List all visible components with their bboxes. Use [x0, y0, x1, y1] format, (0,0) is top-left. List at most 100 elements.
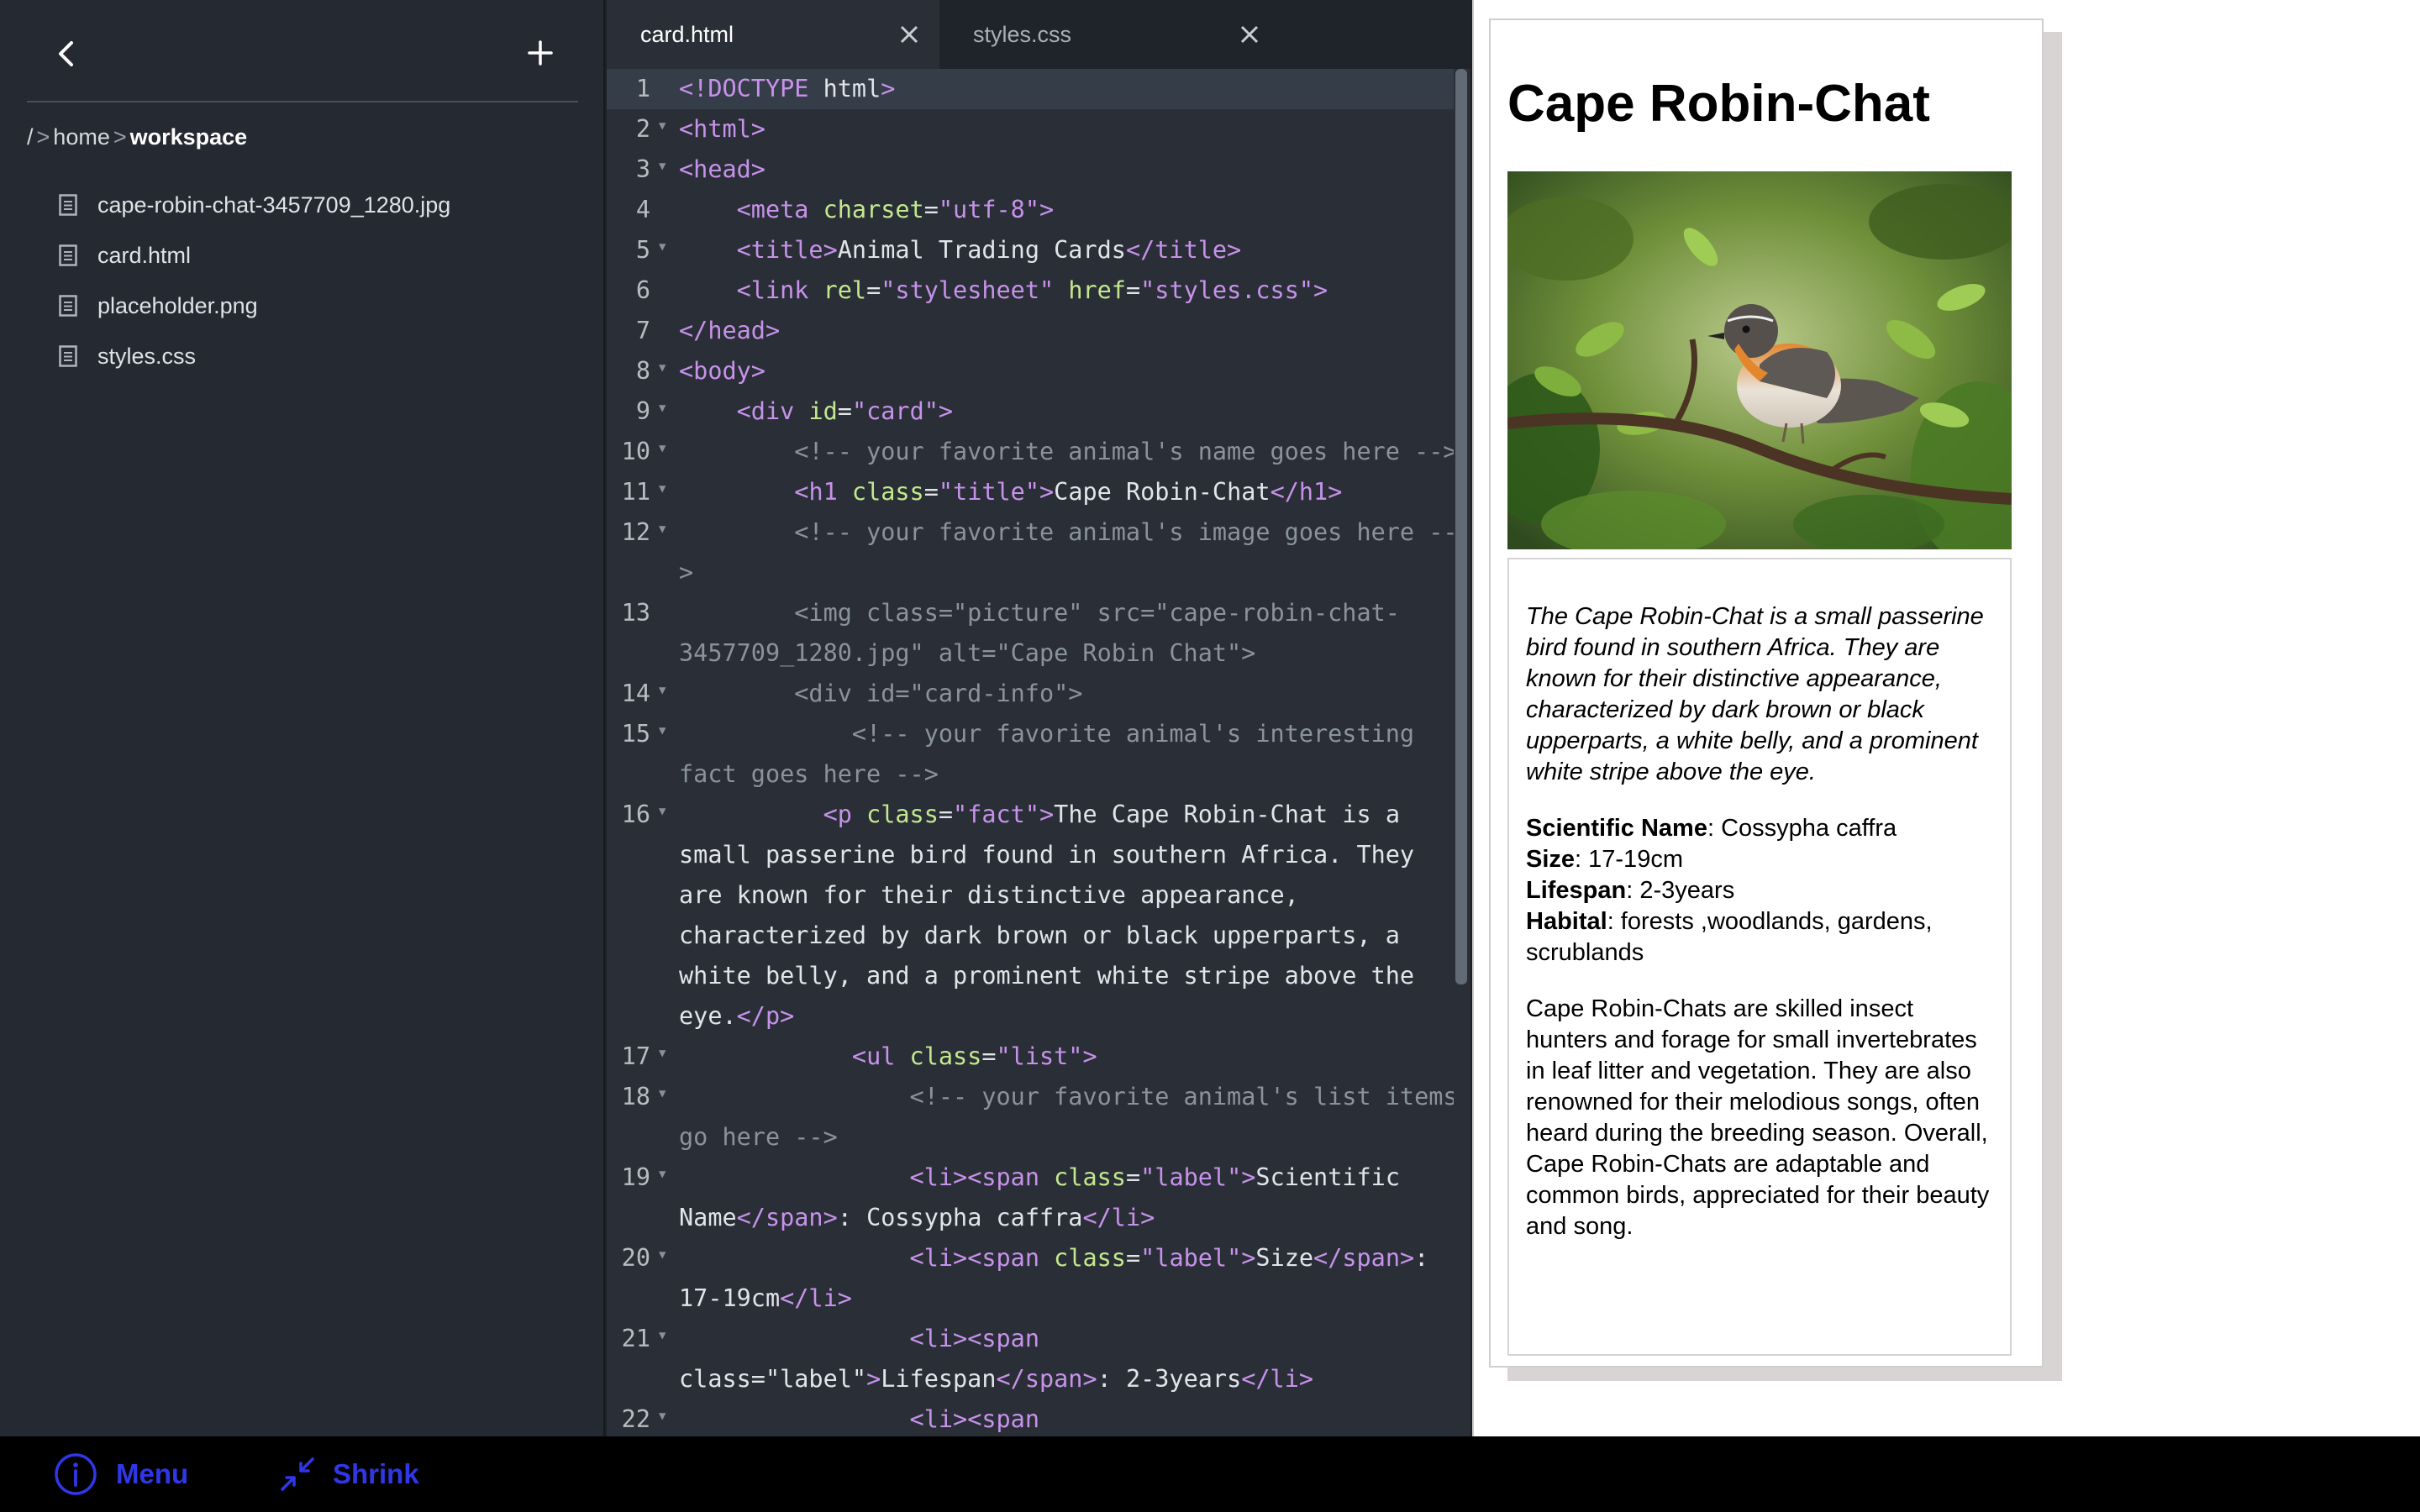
code-line[interactable]: 4 <meta charset="utf-8"> [607, 190, 1454, 230]
fold-arrow-icon[interactable]: ▼ [659, 1158, 666, 1191]
code-line[interactable]: white belly, and a prominent white strip… [607, 956, 1454, 996]
code-text: <link rel="stylesheet" href="styles.css"… [736, 276, 1328, 304]
breadcrumb-home[interactable]: home [53, 124, 110, 150]
breadcrumb: / > home > workspace [27, 124, 247, 150]
back-button[interactable] [49, 37, 82, 71]
fold-arrow-icon[interactable]: ▼ [659, 1077, 666, 1110]
line-number: 14 [621, 680, 650, 707]
line-number: 21 [621, 1325, 650, 1352]
code-line[interactable]: 1 <!DOCTYPE html> [607, 69, 1454, 109]
code-line[interactable]: 16 ▼ <p class="fact">The Cape Robin-Chat … [607, 795, 1454, 835]
code-area[interactable]: 1 <!DOCTYPE html> 2 ▼ <html> 3 ▼ <head> 4 <meta … [607, 69, 1454, 1436]
code-line[interactable]: 22 ▼ <li><span [607, 1399, 1454, 1436]
code-line[interactable]: eye.</p> [607, 996, 1454, 1037]
tab-styles-css[interactable]: styles.css [939, 0, 1410, 69]
file-name: styles.css [97, 343, 197, 369]
code-text: <img class="picture" src="cape-robin-cha… [679, 599, 1400, 627]
close-tab-card-html-button[interactable] [897, 22, 922, 47]
fold-arrow-icon[interactable]: ▼ [659, 1238, 666, 1272]
code-text: <p class="fact">The Cape Robin-Chat is a [823, 801, 1400, 828]
tab-card-html[interactable]: card.html [607, 0, 939, 69]
close-icon [1240, 25, 1259, 44]
code-line[interactable]: class="label">Lifespan</span>: 2-3years<… [607, 1359, 1454, 1399]
breadcrumb-separator: > [113, 124, 127, 150]
file-list: cape-robin-chat-3457709_1280.jpg card.ht… [59, 180, 450, 381]
code-line[interactable]: 6 <link rel="stylesheet" href="styles.cs… [607, 270, 1454, 311]
line-number: 4 [635, 196, 650, 223]
info-list-item: Size: 17-19cm [1526, 844, 1993, 875]
code-line[interactable]: are known for their distinctive appearan… [607, 875, 1454, 916]
animal-card: Cape Robin-Chat The Cape Robin-Chat is a… [1489, 18, 2044, 1368]
preview-pane: Cape Robin-Chat The Cape Robin-Chat is a… [1472, 0, 2420, 1436]
file-item-styles-css[interactable]: styles.css [59, 331, 450, 381]
fold-arrow-icon[interactable]: ▼ [659, 472, 666, 506]
fold-arrow-icon[interactable]: ▼ [659, 1037, 666, 1070]
code-text: </head> [679, 317, 781, 344]
fold-arrow-icon[interactable]: ▼ [659, 1319, 666, 1352]
code-line[interactable]: 9 ▼ <div id="card"> [607, 391, 1454, 432]
fold-arrow-icon[interactable]: ▼ [659, 512, 666, 546]
menu-button[interactable]: Menu [54, 1450, 188, 1499]
code-text: <!DOCTYPE html> [679, 75, 896, 102]
fold-arrow-icon[interactable]: ▼ [659, 795, 666, 828]
code-text: <!-- your favorite animal's list items [909, 1083, 1454, 1110]
card-fact: The Cape Robin-Chat is a small passerine… [1526, 603, 1984, 785]
code-line[interactable]: 3 ▼ <head> [607, 150, 1454, 190]
code-text: white belly, and a prominent white strip… [679, 962, 1415, 990]
file-item-card-html[interactable]: card.html [59, 230, 450, 281]
code-line[interactable]: 19 ▼ <li><span class="label">Scientific [607, 1158, 1454, 1198]
fold-arrow-icon[interactable]: ▼ [659, 351, 666, 385]
line-number: 7 [635, 317, 650, 344]
code-text: <li><span [909, 1405, 1039, 1433]
fold-arrow-icon[interactable]: ▼ [659, 674, 666, 707]
code-text: <li><span [909, 1325, 1039, 1352]
code-line[interactable]: 10 ▼ <!-- your favorite animal's name goe… [607, 432, 1454, 472]
file-icon [59, 345, 77, 367]
code-line[interactable]: 11 ▼ <h1 class="title">Cape Robin-Chat</h… [607, 472, 1454, 512]
code-line[interactable]: 17-19cm</li> [607, 1278, 1454, 1319]
fold-arrow-icon[interactable]: ▼ [659, 432, 666, 465]
breadcrumb-root[interactable]: / [27, 124, 34, 150]
fold-arrow-icon[interactable]: ▼ [659, 714, 666, 748]
editor-scrollbar[interactable] [1455, 69, 1467, 984]
code-line[interactable]: 7 </head> [607, 311, 1454, 351]
code-line[interactable]: 3457709_1280.jpg" alt="Cape Robin Chat"> [607, 633, 1454, 674]
add-file-button[interactable] [521, 34, 560, 72]
line-number: 17 [621, 1042, 650, 1070]
code-line[interactable]: Name</span>: Cossypha caffra</li> [607, 1198, 1454, 1238]
code-text: <h1 class="title">Cape Robin-Chat</h1> [794, 478, 1343, 506]
code-line[interactable]: > [607, 553, 1454, 593]
info-list-item: Scientific Name: Cossypha caffra [1526, 813, 1993, 844]
fold-arrow-icon[interactable]: ▼ [659, 1399, 666, 1433]
code-line[interactable]: characterized by dark brown or black upp… [607, 916, 1454, 956]
file-explorer-sidebar: / > home > workspace cape-robin-chat-345… [0, 0, 605, 1436]
code-line[interactable]: 15 ▼ <!-- your favorite animal's interest… [607, 714, 1454, 754]
code-line[interactable]: 2 ▼ <html> [607, 109, 1454, 150]
code-text: <div id="card"> [736, 397, 954, 425]
code-line[interactable]: 20 ▼ <li><span class="label">Size</span>: [607, 1238, 1454, 1278]
code-line[interactable]: fact goes here --> [607, 754, 1454, 795]
code-line[interactable]: 21 ▼ <li><span [607, 1319, 1454, 1359]
code-line[interactable]: 14 ▼ <div id="card-info"> [607, 674, 1454, 714]
fold-arrow-icon[interactable]: ▼ [659, 109, 666, 143]
file-item-robin-jpg[interactable]: cape-robin-chat-3457709_1280.jpg [59, 180, 450, 230]
code-line[interactable]: small passerine bird found in southern A… [607, 835, 1454, 875]
code-line[interactable]: 8 ▼ <body> [607, 351, 1454, 391]
code-line[interactable]: 5 ▼ <title>Animal Trading Cards</title> [607, 230, 1454, 270]
fold-arrow-icon[interactable]: ▼ [659, 150, 666, 183]
fold-arrow-icon[interactable]: ▼ [659, 230, 666, 264]
card-picture [1507, 171, 2012, 549]
code-line[interactable]: 18 ▼ <!-- your favorite animal's list ite… [607, 1077, 1454, 1117]
card-info: The Cape Robin-Chat is a small passerine… [1507, 558, 2012, 1356]
code-line[interactable]: 12 ▼ <!-- your favorite animal's image go… [607, 512, 1454, 553]
code-line[interactable]: 13 <img class="picture" src="cape-robin-… [607, 593, 1454, 633]
shrink-arrows-icon [281, 1457, 314, 1491]
code-line[interactable]: 17 ▼ <ul class="list"> [607, 1037, 1454, 1077]
code-text: <html> [679, 115, 765, 143]
fold-arrow-icon[interactable]: ▼ [659, 391, 666, 425]
file-item-placeholder-png[interactable]: placeholder.png [59, 281, 450, 331]
bottom-bar: Menu Shrink [0, 1436, 2420, 1512]
close-tab-styles-css-button[interactable] [1237, 22, 1262, 47]
shrink-button[interactable]: Shrink [281, 1450, 419, 1499]
code-line[interactable]: go here --> [607, 1117, 1454, 1158]
